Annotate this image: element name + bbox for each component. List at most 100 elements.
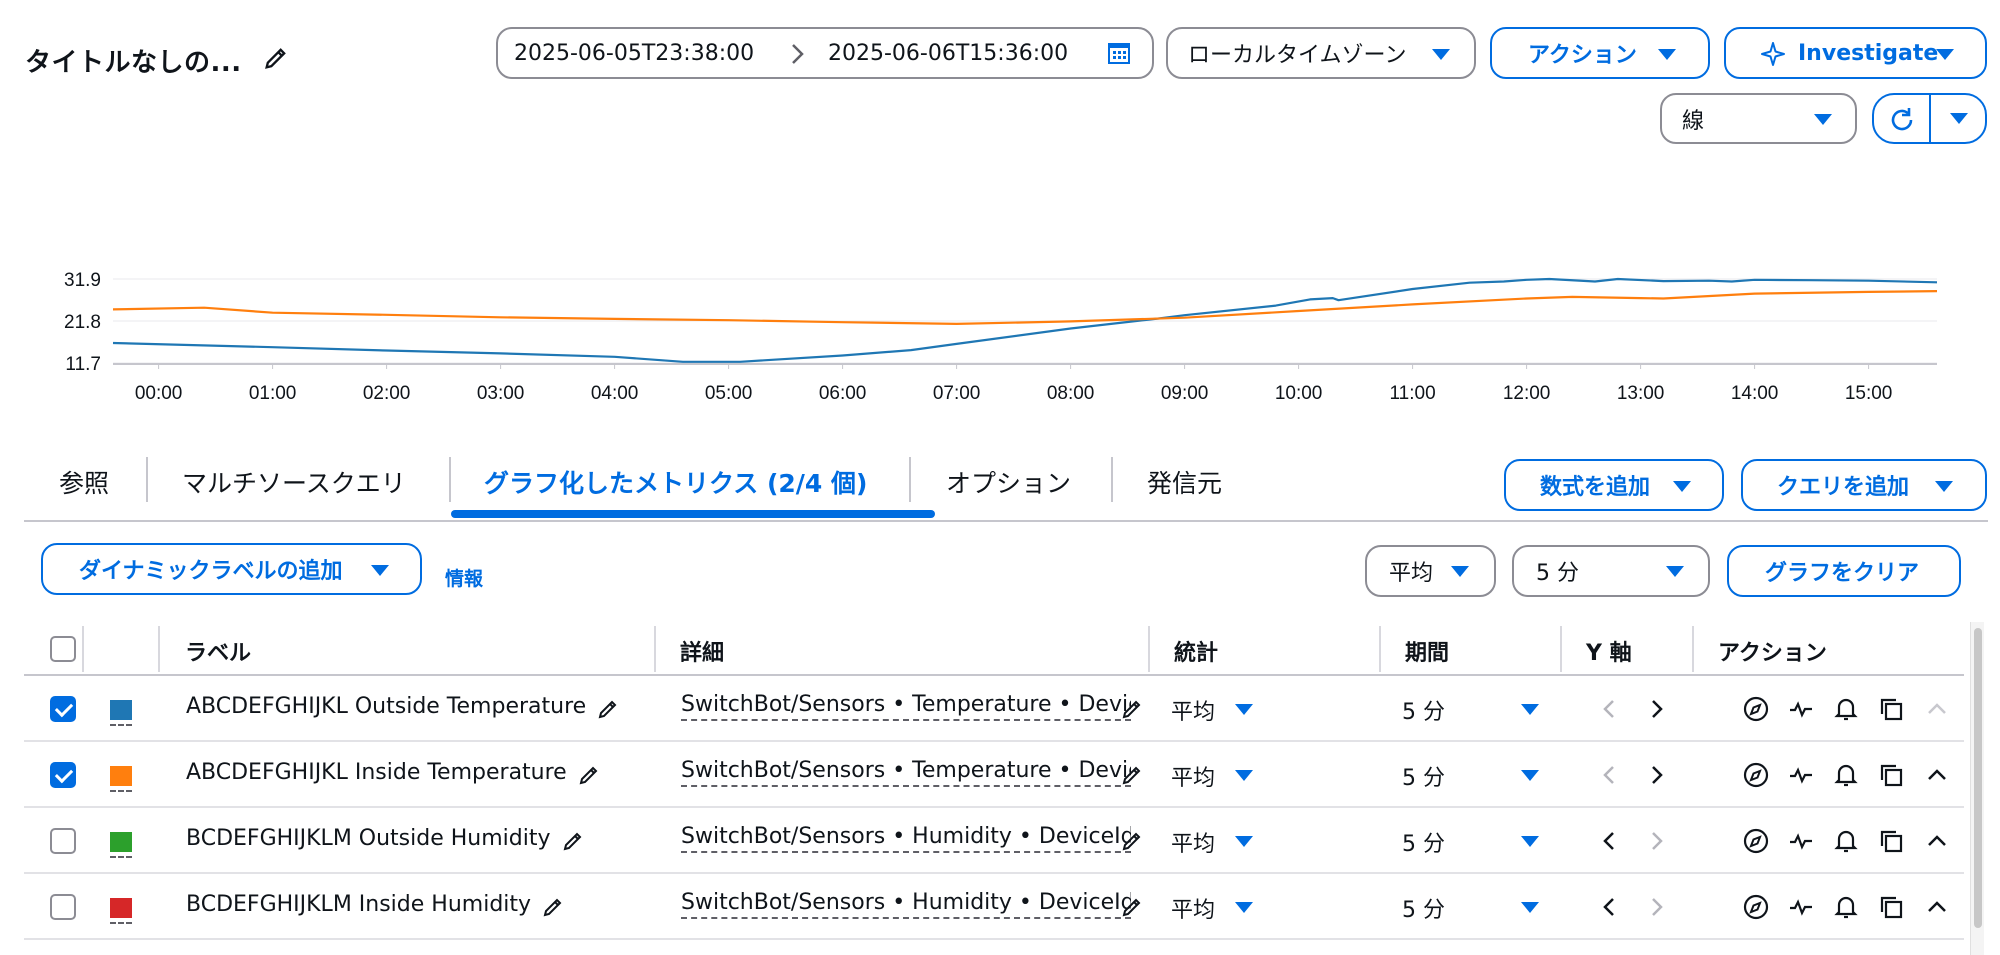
row-period[interactable]: 5 分 [1402, 760, 1445, 792]
refresh-options-icon[interactable] [1950, 113, 1968, 124]
y-axis-right-icon[interactable] [1642, 893, 1670, 921]
tab-options[interactable]: オプション [946, 464, 1071, 500]
graph-type-select[interactable]: 線 [1660, 93, 1857, 144]
y-axis-left-icon[interactable] [1596, 893, 1624, 921]
period-caret-icon[interactable] [1521, 770, 1539, 781]
period-select[interactable]: 5 分 [1512, 545, 1710, 597]
header-actions: アクション [1718, 641, 1827, 666]
add-dynamic-label-button[interactable]: ダイナミックラベルの追加 [41, 543, 422, 595]
compass-icon[interactable] [1742, 893, 1770, 921]
active-tab-indicator [451, 510, 935, 518]
move-up-icon[interactable] [1923, 761, 1951, 789]
row-checkbox[interactable] [50, 828, 76, 854]
date-range-picker[interactable]: 2025-06-05T23:38:00 2025-06-06T15:36:00 [496, 27, 1154, 79]
actions-button[interactable]: アクション [1490, 27, 1710, 79]
y-axis-right-icon[interactable] [1642, 827, 1670, 855]
compass-icon[interactable] [1742, 761, 1770, 789]
edit-label-icon[interactable] [561, 829, 585, 853]
investigate-button[interactable]: Investigate [1724, 27, 1987, 79]
statistic-caret-icon[interactable] [1235, 704, 1253, 715]
clear-graph-button[interactable]: グラフをクリア [1727, 545, 1961, 597]
row-checkbox[interactable] [50, 762, 76, 788]
y-axis-left-icon[interactable] [1596, 761, 1624, 789]
tab-browse[interactable]: 参照 [59, 464, 109, 500]
anomaly-detection-icon[interactable] [1787, 827, 1815, 855]
row-period[interactable]: 5 分 [1402, 892, 1445, 924]
add-query-button[interactable]: クエリを追加 [1741, 459, 1987, 511]
bell-icon[interactable] [1832, 893, 1860, 921]
duplicate-icon[interactable] [1877, 695, 1905, 723]
bell-icon[interactable] [1832, 695, 1860, 723]
duplicate-icon[interactable] [1877, 893, 1905, 921]
metric-details[interactable]: SwitchBot/Sensors • Temperature • Devic [681, 758, 1131, 787]
duplicate-icon[interactable] [1877, 827, 1905, 855]
edit-label-icon[interactable] [596, 697, 620, 721]
swatch-underline [110, 922, 132, 924]
edit-details-icon[interactable] [1120, 895, 1144, 919]
x-tick-label: 09:00 [1161, 383, 1209, 404]
anomaly-detection-icon[interactable] [1787, 695, 1815, 723]
y-axis-right-icon[interactable] [1642, 761, 1670, 789]
row-statistic[interactable]: 平均 [1171, 826, 1215, 858]
statistic-caret-icon[interactable] [1235, 770, 1253, 781]
edit-details-icon[interactable] [1120, 697, 1144, 721]
row-statistic[interactable]: 平均 [1171, 760, 1215, 792]
series-color-swatch[interactable] [110, 766, 132, 786]
x-tick-label: 04:00 [591, 383, 639, 404]
metric-label: BCDEFGHIJKLM Inside Humidity [186, 892, 532, 917]
metric-details[interactable]: SwitchBot/Sensors • Humidity • DeviceId: [681, 824, 1131, 853]
row-checkbox[interactable] [50, 894, 76, 920]
y-axis-right-icon[interactable] [1642, 695, 1670, 723]
tab-source[interactable]: 発信元 [1147, 464, 1222, 500]
tab-graphed-metrics[interactable]: グラフ化したメトリクス (2/4 個) [484, 464, 867, 500]
bell-icon[interactable] [1832, 761, 1860, 789]
duplicate-icon[interactable] [1877, 761, 1905, 789]
move-up-icon[interactable] [1923, 893, 1951, 921]
metric-details[interactable]: SwitchBot/Sensors • Humidity • DeviceId: [681, 890, 1131, 919]
row-period[interactable]: 5 分 [1402, 826, 1445, 858]
period-caret-icon[interactable] [1521, 836, 1539, 847]
series-color-swatch[interactable] [110, 700, 132, 720]
move-up-icon[interactable] [1923, 827, 1951, 855]
metrics-chart: 31.9 21.8 11.7 00:00 01:00 02:00 03:00 04:00 05:… [40, 255, 2000, 415]
x-tick-label: 10:00 [1275, 383, 1323, 404]
edit-label-icon[interactable] [577, 763, 601, 787]
column-divider [158, 626, 160, 672]
statistic-caret-icon[interactable] [1235, 836, 1253, 847]
tab-multi-source-query[interactable]: マルチソースクエリ [182, 464, 406, 500]
info-link[interactable]: 情報 [445, 564, 483, 591]
table-scrollbar[interactable] [1970, 622, 1984, 955]
select-all-checkbox[interactable] [50, 636, 76, 662]
anomaly-detection-icon[interactable] [1787, 893, 1815, 921]
anomaly-detection-icon[interactable] [1787, 761, 1815, 789]
period-caret-icon[interactable] [1521, 704, 1539, 715]
series-color-swatch[interactable] [110, 898, 132, 918]
bell-icon[interactable] [1832, 827, 1860, 855]
series-color-swatch[interactable] [110, 832, 132, 852]
compass-icon[interactable] [1742, 827, 1770, 855]
add-formula-button[interactable]: 数式を追加 [1504, 459, 1724, 511]
date-end: 2025-06-06T15:36:00 [828, 41, 1069, 66]
y-axis-left-icon[interactable] [1596, 827, 1624, 855]
refresh-icon[interactable] [1887, 105, 1917, 135]
metric-details[interactable]: SwitchBot/Sensors • Temperature • Devic [681, 692, 1131, 721]
statistic-caret-icon[interactable] [1235, 902, 1253, 913]
edit-details-icon[interactable] [1120, 829, 1144, 853]
edit-title-icon[interactable] [262, 44, 290, 72]
timezone-select[interactable]: ローカルタイムゾーン [1166, 27, 1476, 79]
row-statistic[interactable]: 平均 [1171, 694, 1215, 726]
period-caret-icon[interactable] [1521, 902, 1539, 913]
scrollbar-thumb[interactable] [1974, 628, 1982, 928]
row-checkbox[interactable] [50, 696, 76, 722]
x-tick-label: 05:00 [705, 383, 753, 404]
statistic-select[interactable]: 平均 [1365, 545, 1496, 597]
compass-icon[interactable] [1742, 695, 1770, 723]
edit-details-icon[interactable] [1120, 763, 1144, 787]
edit-label-icon[interactable] [541, 895, 565, 919]
metric-label: BCDEFGHIJKLM Outside Humidity [186, 826, 551, 851]
move-up-icon[interactable] [1923, 695, 1951, 723]
row-period[interactable]: 5 分 [1402, 694, 1445, 726]
date-start: 2025-06-05T23:38:00 [514, 41, 755, 66]
row-statistic[interactable]: 平均 [1171, 892, 1215, 924]
y-axis-left-icon[interactable] [1596, 695, 1624, 723]
